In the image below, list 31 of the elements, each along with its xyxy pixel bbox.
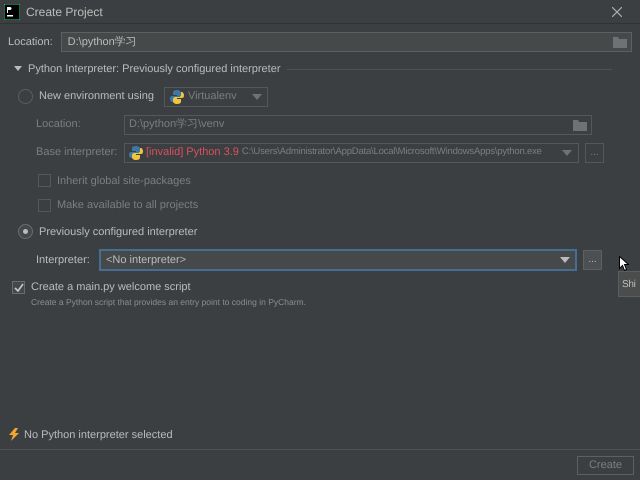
welcome-script-label[interactable]: Create a main.py welcome script (31, 279, 191, 296)
close-icon[interactable] (612, 6, 622, 16)
venv-location-label: Location: (36, 117, 82, 132)
base-interpreter-label: Base interpreter: (36, 145, 118, 160)
welcome-script-hint: Create a Python script that provides an entry point to coding in PyCharm. (30, 296, 307, 308)
browse-button[interactable]: ... (583, 250, 602, 270)
expanded-triangle-icon[interactable] (14, 65, 22, 74)
browse-button[interactable]: ... (585, 142, 604, 162)
folder-icon[interactable] (613, 36, 627, 48)
python-logo-icon (129, 146, 143, 160)
mouse-cursor-icon (619, 256, 629, 271)
interpreter-label: Interpreter: (36, 252, 91, 268)
dropdown-caret-icon (252, 94, 262, 100)
interpreter-dropdown[interactable]: <No interpreter> (99, 249, 577, 271)
location-label: Location: (8, 34, 53, 50)
status-message: No Python interpreter selected (24, 428, 173, 442)
previous-interpreter-label[interactable]: Previously configured interpreter (39, 224, 198, 240)
dropdown-caret-icon (560, 257, 570, 263)
lightning-icon (9, 428, 20, 442)
invalid-tag: [invalid] (146, 144, 184, 161)
dropdown-caret-icon (562, 150, 572, 156)
window-title: Create Project (26, 4, 103, 20)
location-field[interactable]: D:\python学习 (60, 32, 632, 52)
radio-button[interactable] (18, 224, 33, 240)
python-logo-icon (170, 90, 184, 104)
section-title[interactable]: Python Interpreter: Previously configured interpreter (28, 61, 281, 78)
interpreter-path: C:\Users\Administrator\AppData\Local\Microsoft\WindowsApps\python.exe (242, 145, 543, 160)
checkbox[interactable] (12, 280, 25, 294)
app-logo-icon (4, 4, 20, 20)
interpreter-name: Python 3.9 (186, 145, 239, 160)
tooltip: Shi (618, 271, 640, 297)
